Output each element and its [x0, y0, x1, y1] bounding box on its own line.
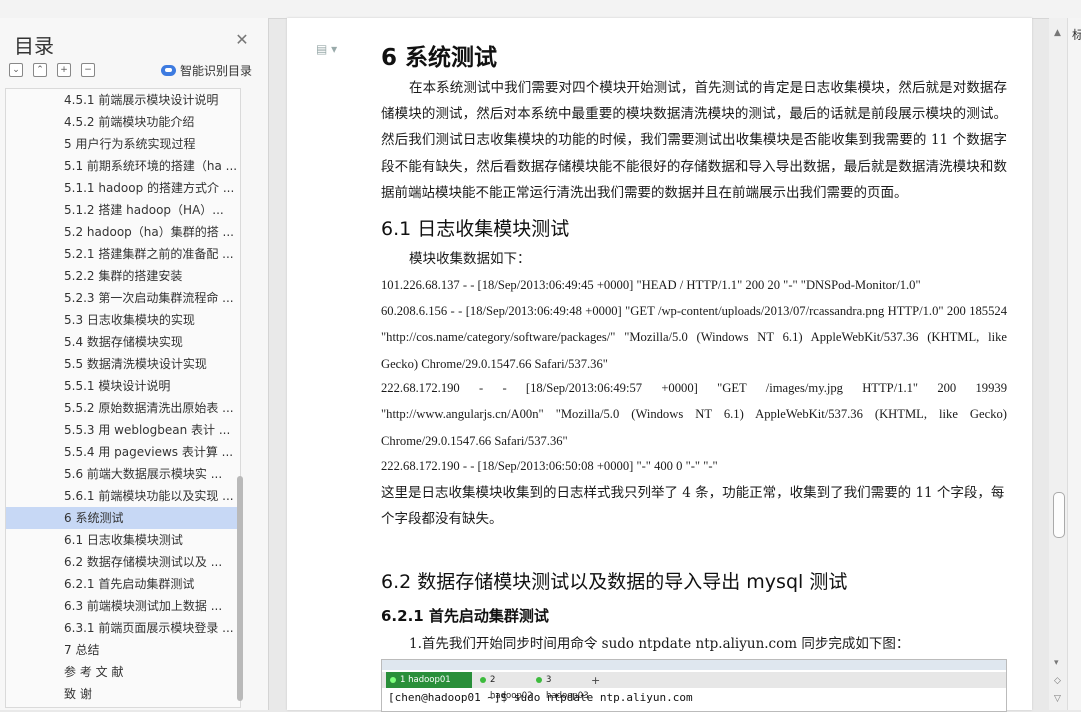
- status-dot-icon: [480, 677, 486, 683]
- summary-paragraph: 这里是日志收集模块收集到的日志样式我只列举了 4 条，功能正常，收集到了我们需要…: [381, 485, 1005, 528]
- add-tab-icon: +: [591, 674, 601, 687]
- status-dot-icon: [536, 677, 542, 683]
- toc-item[interactable]: 6.3 前端模块测试加上数据 ...: [6, 595, 240, 617]
- toc-item[interactable]: 5.2 hadoop（ha）集群的搭 ...: [6, 221, 240, 243]
- toc-item[interactable]: 5.5.2 原始数据清洗出原始表 ...: [6, 397, 240, 419]
- toc-item[interactable]: 5.1 前期系统环境的搭建（ha ...: [6, 155, 240, 177]
- terminal-tab-hadoop02: 2 hadoop02: [476, 672, 533, 701]
- next-page-icon[interactable]: ▽: [1054, 694, 1061, 704]
- toc-item[interactable]: 5.1.1 hadoop 的搭建方式介 ...: [6, 177, 240, 199]
- heading-system-test: 6 系统测试: [381, 45, 498, 71]
- toc-item[interactable]: 5.4 数据存储模块实现: [6, 331, 240, 353]
- toc-item[interactable]: 5.3 日志收集模块的实现: [6, 309, 240, 331]
- toc-list: 4.5.1 前端展示模块设计说明 4.5.2 前端模块功能介绍 5 用户行为系统实现…: [5, 88, 241, 708]
- toc-item[interactable]: 7 总结: [6, 639, 240, 661]
- toc-item[interactable]: 4.5.1 前端展示模块设计说明: [6, 89, 240, 111]
- terminal-tab-bar: 1 hadoop01 2 hadoop02 3 hadoop03 +: [382, 672, 1006, 701]
- document-scrollbar[interactable]: ▲ ▾ ◇ ▽: [1049, 18, 1067, 710]
- smart-identify-icon: [161, 65, 176, 76]
- collapse-all-icon[interactable]: ⌄: [9, 63, 23, 77]
- smart-identify-toc-button[interactable]: 智能识别目录: [161, 62, 252, 79]
- remove-heading-icon[interactable]: −: [81, 63, 95, 77]
- expand-up-icon[interactable]: ⌃: [33, 63, 47, 77]
- terminal-screenshot: 1 hadoop01 2 hadoop02 3 hadoop03 + [chen…: [381, 659, 1007, 712]
- toc-item[interactable]: 5.5 数据清洗模块设计实现: [6, 353, 240, 375]
- toc-item[interactable]: 5.6 前端大数据展示模块实 ...: [6, 463, 240, 485]
- step-1-text: 1.首先我们开始同步时间用命令 sudo ntpdate ntp.aliyun.…: [409, 636, 910, 652]
- intro-paragraph: 在本系统测试中我们需要对四个模块开始测试，首先测试的肯定是日志收集模块，然后就是…: [381, 80, 1007, 201]
- toc-item[interactable]: 5.2.2 集群的搭建安装: [6, 265, 240, 287]
- smart-identify-label: 智能识别目录: [180, 64, 253, 78]
- side-panel-strip: 标: [1067, 18, 1081, 710]
- toc-navigation-pane: 目录 ✕ ⌄ ⌃ + − 智能识别目录 4.5.1 前端展示模块设计说明 4.5.…: [0, 18, 269, 710]
- toc-item[interactable]: 致 谢: [6, 683, 240, 705]
- scroll-down-icon[interactable]: ▾: [1054, 658, 1059, 668]
- terminal-title-bar: [382, 660, 1006, 670]
- status-dot-icon: [390, 677, 396, 683]
- terminal-tab-hadoop01: 1 hadoop01: [386, 672, 472, 688]
- prev-page-icon[interactable]: ◇: [1054, 676, 1061, 686]
- document-outline-icon[interactable]: ▤ ▾: [316, 42, 337, 56]
- toc-item[interactable]: 5.2.3 第一次启动集群流程命 ...: [6, 287, 240, 309]
- scroll-up-icon[interactable]: ▲: [1054, 28, 1061, 38]
- log-line-1: 101.226.68.137 - - [18/Sep/2013:06:49:45…: [381, 278, 921, 292]
- add-heading-icon[interactable]: +: [57, 63, 71, 77]
- toc-item[interactable]: 6.2 数据存储模块测试以及 ...: [6, 551, 240, 573]
- log-line-3: 222.68.172.190 - - [18/Sep/2013:06:49:57…: [381, 381, 1007, 448]
- collect-intro-text: 模块收集数据如下：: [409, 251, 531, 267]
- toc-item[interactable]: 6.3.1 前端页面展示模块登录 ...: [6, 617, 240, 639]
- toc-item[interactable]: 5.5.4 用 pageviews 表计算 ...: [6, 441, 240, 463]
- scrollbar-thumb[interactable]: [1053, 492, 1065, 538]
- log-line-4: 222.68.172.190 - - [18/Sep/2013:06:50:08…: [381, 459, 718, 473]
- toc-item[interactable]: 6.2.1 首先启动集群测试: [6, 573, 240, 595]
- toc-item[interactable]: 5.1.2 搭建 hadoop（HA）...: [6, 199, 240, 221]
- heading-start-cluster: 6.2.1 首先启动集群测试: [381, 607, 549, 625]
- toc-item[interactable]: 5 用户行为系统实现过程: [6, 133, 240, 155]
- toc-item[interactable]: 4.5.2 前端模块功能介绍: [6, 111, 240, 133]
- heading-storage-test: 6.2 数据存储模块测试以及数据的导入导出 mysql 测试: [381, 571, 848, 593]
- toc-item[interactable]: 5.5.1 模块设计说明: [6, 375, 240, 397]
- toc-item[interactable]: 5.2.1 搭建集群之前的准备配 ...: [6, 243, 240, 265]
- log-line-2: 60.208.6.156 - - [18/Sep/2013:06:49:48 +…: [381, 304, 1007, 371]
- heading-log-collection-test: 6.1 日志收集模块测试: [381, 218, 570, 240]
- ribbon-toolbar: [0, 0, 1081, 19]
- toc-item[interactable]: 6.1 日志收集模块测试: [6, 529, 240, 551]
- terminal-command-line: [chen@hadoop01 ~]$ sudo ntpdate ntp.aliy…: [388, 691, 693, 704]
- toc-title: 目录: [14, 34, 54, 58]
- side-panel-label: 标: [1072, 28, 1081, 42]
- toc-item[interactable]: 6 系统测试: [6, 507, 240, 529]
- toc-item[interactable]: 5.5.3 用 weblogbean 表计 ...: [6, 419, 240, 441]
- toc-item[interactable]: 参 考 文 献: [6, 661, 240, 683]
- close-icon[interactable]: ✕: [234, 32, 250, 48]
- toc-scrollbar[interactable]: [237, 476, 243, 701]
- terminal-tab-hadoop03: 3 hadoop03: [532, 672, 590, 701]
- toc-item[interactable]: 5.6.1 前端模块功能以及实现 ...: [6, 485, 240, 507]
